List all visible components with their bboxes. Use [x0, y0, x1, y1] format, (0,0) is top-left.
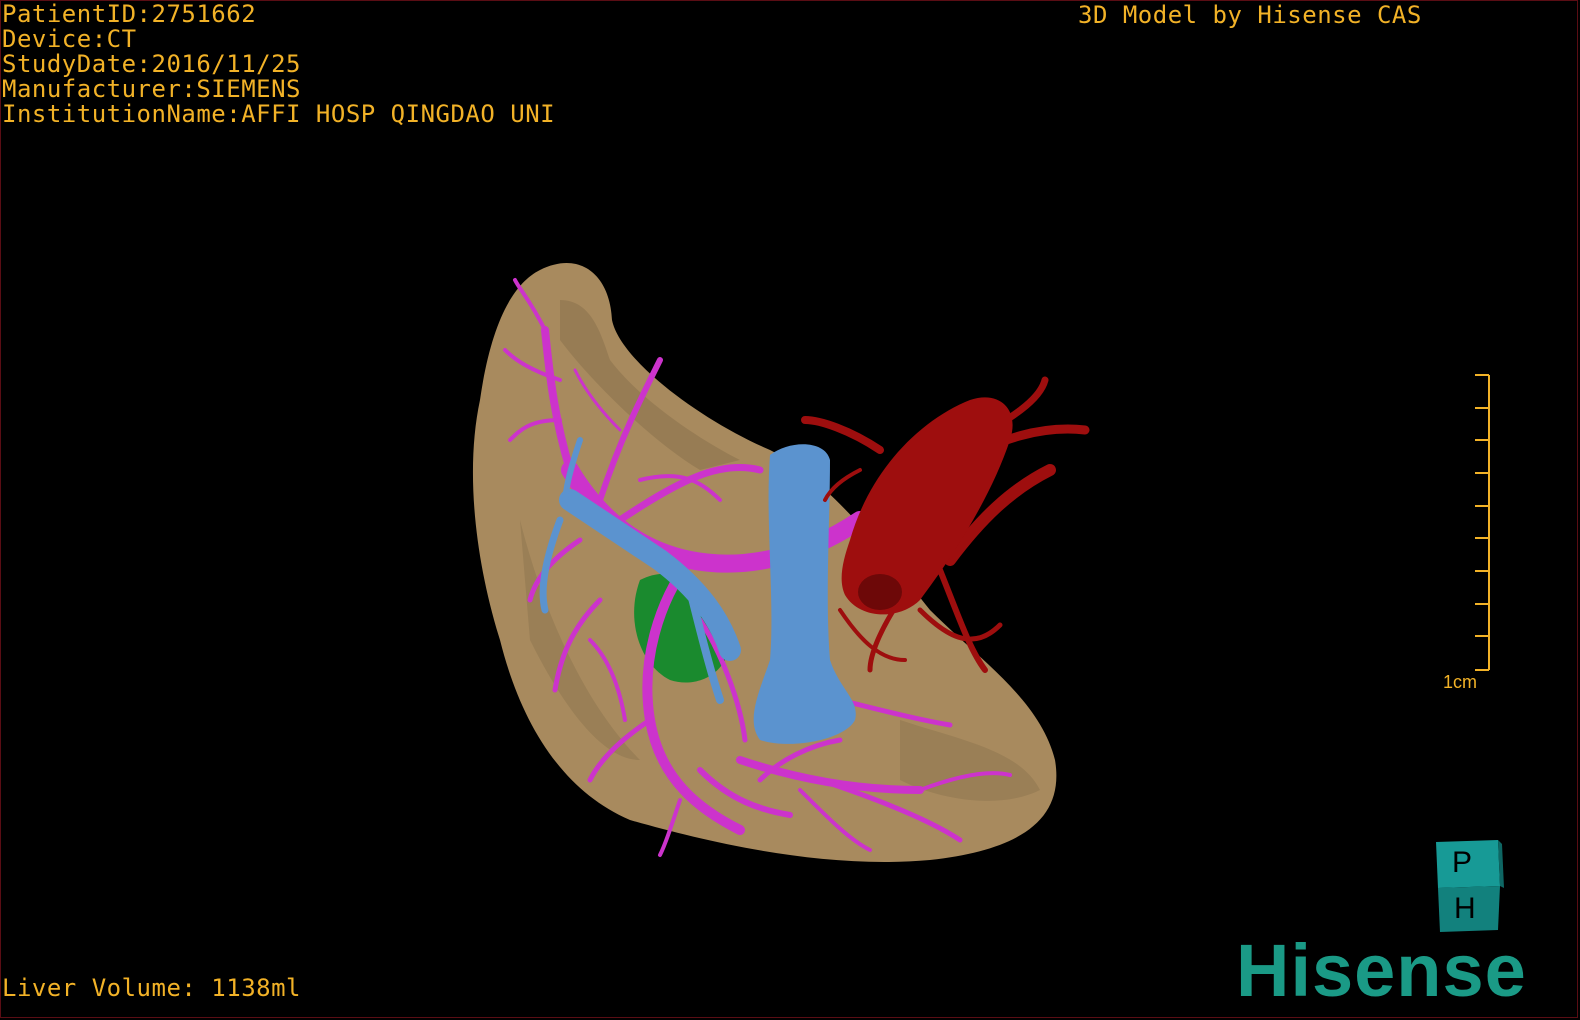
patient-id-text: PatientID:2751662 — [2, 0, 257, 28]
institution-text: InstitutionName:AFFI HOSP QINGDAO UNI — [2, 100, 556, 128]
dicom-info: PatientID:2751662 Device:CT StudyDate:20… — [2, 2, 555, 127]
scale-bar-icon — [1475, 374, 1490, 671]
cube-letter-bottom: H — [1454, 892, 1476, 925]
scale-label: 1cm — [1443, 672, 1478, 692]
device-text: Device:CT — [2, 25, 137, 53]
aorta-lumen — [858, 574, 902, 610]
manufacturer-text: Manufacturer:SIEMENS — [2, 75, 301, 103]
liver-volume-text: Liver Volume: 1138ml — [2, 974, 301, 1002]
cube-letter-top: P — [1452, 846, 1473, 879]
study-date-text: StudyDate:2016/11/25 — [2, 50, 301, 78]
model-brand-text: 3D Model by Hisense CAS — [1078, 1, 1422, 29]
orientation-cube-icon[interactable]: P H — [1432, 838, 1504, 934]
3d-viewport[interactable] — [0, 0, 1580, 1020]
hisense-logo: Hisense — [1236, 929, 1527, 1012]
